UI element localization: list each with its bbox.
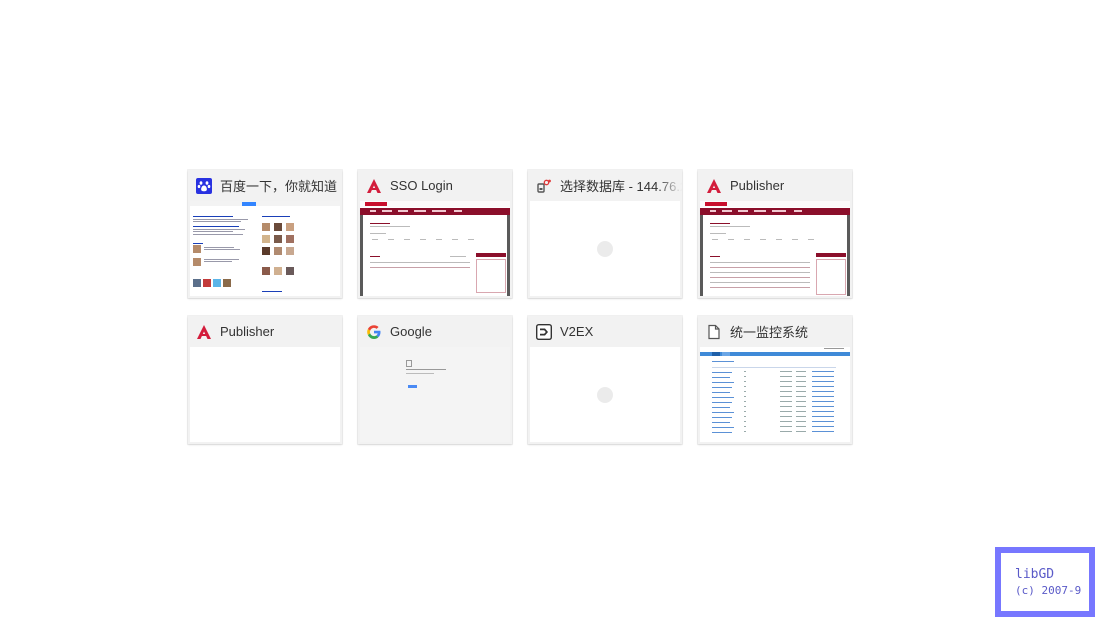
tile-publisher[interactable]: Publisher: [698, 170, 852, 298]
tile-select-database[interactable]: 选择数据库 - 144.76.2: [528, 170, 682, 298]
tile-thumbnail: [190, 201, 340, 296]
tile-baidu[interactable]: 百度一下，你就知道: [188, 170, 342, 298]
google-g-icon: [366, 324, 382, 340]
baidu-paw-icon: [196, 177, 212, 194]
tile-header: 选择数据库 - 144.76.2: [528, 170, 682, 201]
v2ex-icon: [536, 323, 552, 340]
tile-header: Google: [358, 316, 512, 347]
watermark-line-1: libGD: [1015, 567, 1055, 582]
tile-header: SSO Login: [358, 170, 512, 201]
tile-thumbnail: [190, 347, 340, 442]
tile-header: V2EX: [528, 316, 682, 347]
tile-google[interactable]: Google: [358, 316, 512, 444]
tile-publisher-2[interactable]: Publisher: [188, 316, 342, 444]
tile-title: 百度一下，你就知道: [220, 179, 338, 194]
tile-title: Publisher: [730, 178, 785, 193]
tile-monitor-system[interactable]: 统一监控系统: [698, 316, 852, 444]
tile-title: 统一监控系统: [730, 325, 809, 340]
tile-thumbnail: [360, 201, 510, 296]
tile-header: 百度一下，你就知道: [188, 170, 342, 201]
tile-title: SSO Login: [390, 178, 453, 193]
tile-thumbnail: [700, 347, 850, 442]
tile-title: 选择数据库 - 144.76.2: [560, 179, 682, 194]
loading-placeholder: [597, 386, 613, 403]
watermark-line-2: (c) 2007-9: [1015, 584, 1082, 597]
tile-sso-login[interactable]: SSO Login: [358, 170, 512, 298]
tile-thumbnail: [360, 347, 510, 442]
publisher-logo-icon: [706, 178, 722, 194]
tile-thumbnail: [700, 201, 850, 296]
document-icon: [706, 324, 722, 340]
loading-placeholder: [597, 240, 613, 257]
publisher-logo-icon: [196, 324, 212, 340]
tile-header: Publisher: [188, 316, 342, 347]
libgd-watermark: libGD (c) 2007-9: [995, 547, 1095, 617]
tile-title: Publisher: [220, 324, 275, 339]
tile-title: V2EX: [560, 324, 594, 339]
tile-thumbnail: [530, 201, 680, 296]
publisher-logo-icon: [366, 178, 382, 194]
tile-title: Google: [390, 324, 432, 339]
tile-header: Publisher: [698, 170, 852, 201]
tile-thumbnail: [530, 347, 680, 442]
tile-v2ex[interactable]: V2EX: [528, 316, 682, 444]
tile-header: 统一监控系统: [698, 316, 852, 347]
most-visited-grid: 百度一下，你就知道 SSO Login 选择数据库 - 144.76.2 Pub…: [188, 170, 852, 444]
database-plugin-icon: [536, 178, 552, 194]
